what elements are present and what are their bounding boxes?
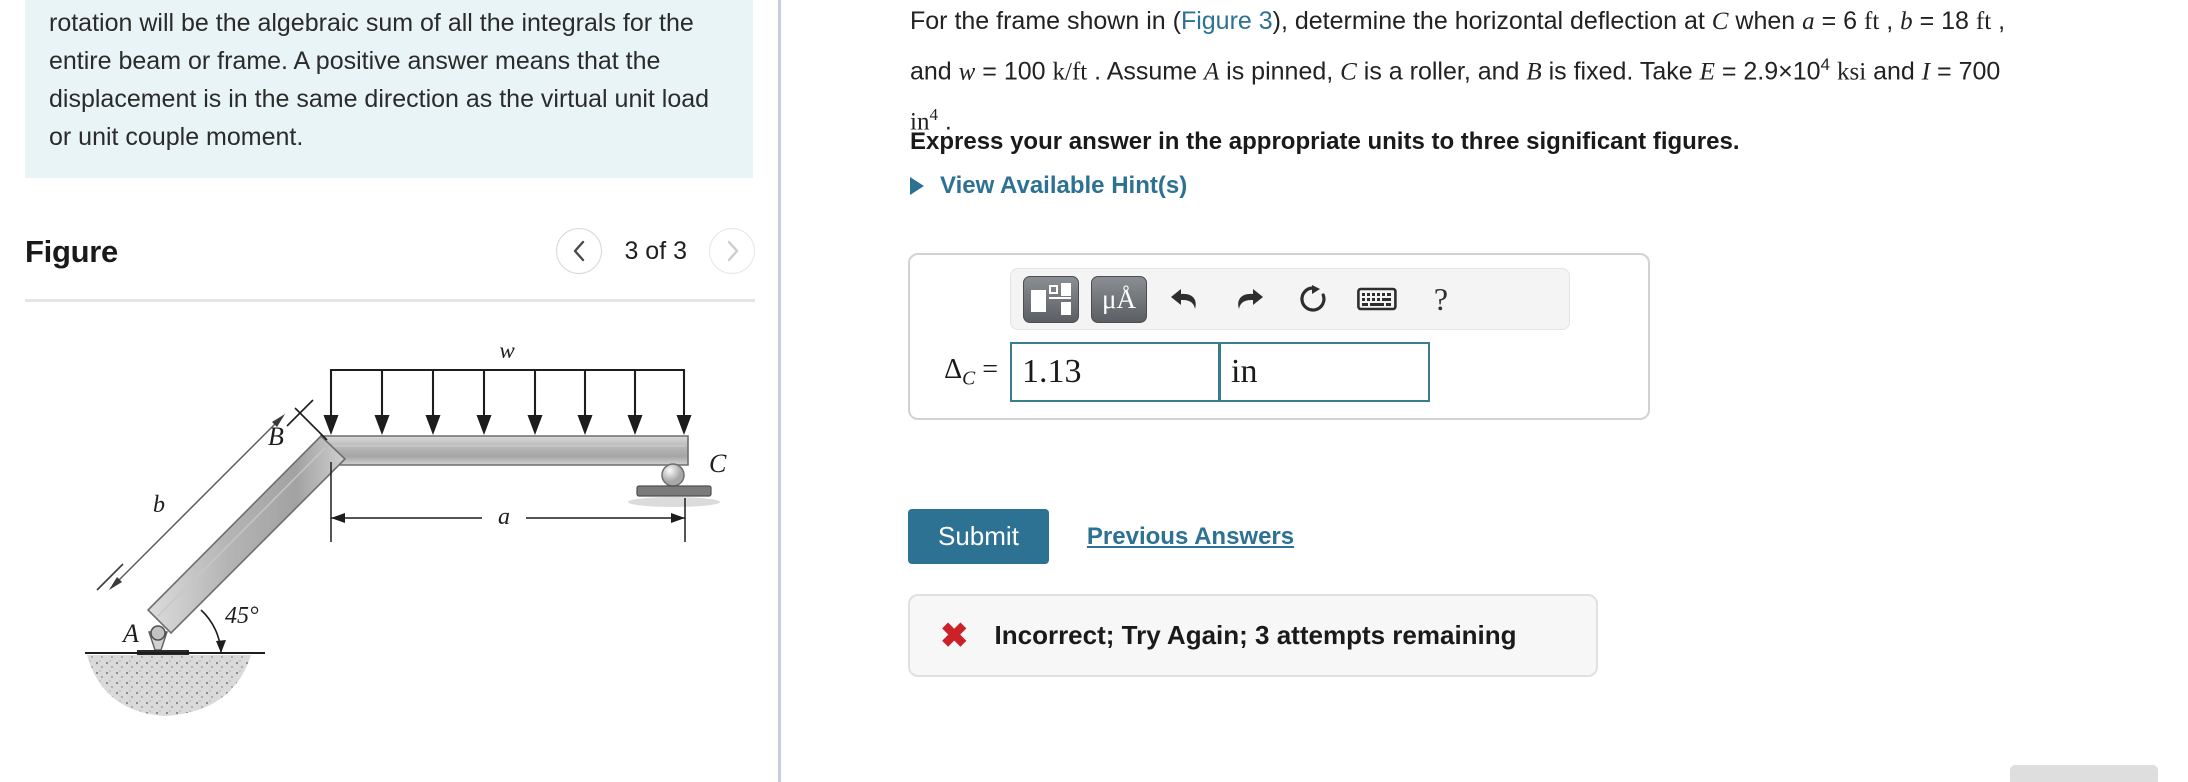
angle-label-45: 45° xyxy=(225,603,259,629)
dimension-label-b: b xyxy=(153,492,165,518)
redo-button[interactable] xyxy=(1223,276,1275,322)
answer-card: μÅ ? ΔC = 1.13 in xyxy=(908,253,1650,420)
math-help-button[interactable]: ? xyxy=(1415,276,1467,322)
prompt-part-5: . Assume xyxy=(1087,57,1204,86)
node-label-B: B xyxy=(268,422,284,451)
answer-instruction: Express your answer in the appropriate u… xyxy=(910,128,1740,155)
chevron-right-icon xyxy=(727,240,739,262)
prompt-var-I: I xyxy=(1921,58,1931,86)
prompt-comma-2: , xyxy=(1991,7,2006,35)
bottom-status-bar[interactable] xyxy=(2010,765,2158,782)
figure-next-button[interactable] xyxy=(709,228,755,274)
feedback-message: Incorrect; Try Again; 3 attempts remaini… xyxy=(994,620,1517,650)
prompt-unit-ft-2: ft xyxy=(1975,8,1992,35)
figure-page-count: 3 of 3 xyxy=(624,236,687,265)
triangle-right-icon xyxy=(910,177,924,195)
dimension-label-a: a xyxy=(498,504,510,530)
prompt-part-8: is fixed. Take xyxy=(1541,57,1700,86)
math-template-button[interactable] xyxy=(1023,275,1079,323)
answer-value-input[interactable] xyxy=(1010,342,1220,402)
prompt-unit-kft: k/ft xyxy=(1052,58,1088,86)
figure-pager: 3 of 3 xyxy=(556,228,755,274)
page-title: Figure xyxy=(25,234,118,269)
left-figure-panel: desired displacement or rotation. The to… xyxy=(0,0,778,782)
prompt-exp-E: 4 xyxy=(1820,55,1831,74)
prompt-var-B: B xyxy=(1526,58,1542,86)
view-hints-toggle[interactable]: View Available Hint(s) xyxy=(910,172,1187,200)
reset-circular-arrow-icon xyxy=(1300,285,1326,312)
redo-arrow-icon xyxy=(1238,289,1263,309)
view-hints-label: View Available Hint(s) xyxy=(940,172,1188,199)
prompt-eq-a: = 6 xyxy=(1814,7,1864,35)
prompt-part-4: and xyxy=(910,57,959,86)
prompt-part-6: is pinned, xyxy=(1219,57,1341,86)
math-units-button[interactable]: μÅ xyxy=(1091,275,1147,323)
prompt-var-b: b xyxy=(1900,8,1913,35)
info-callout: desired displacement or rotation. The to… xyxy=(25,0,753,178)
page-root: desired displacement or rotation. The to… xyxy=(0,0,2188,782)
prompt-eq-E: = 2.9×10 xyxy=(1714,57,1821,86)
figure-header: Figure 3 of 3 xyxy=(25,228,755,290)
figure-diagram: w C B b a A 45° xyxy=(25,320,755,760)
math-template-icon xyxy=(1031,283,1071,315)
panel-divider xyxy=(778,0,781,782)
node-label-C: C xyxy=(709,449,727,478)
prompt-var-w: w xyxy=(958,58,976,86)
undo-arrow-icon xyxy=(1171,289,1196,309)
prompt-part-1: For the frame shown in ( xyxy=(910,7,1181,35)
prompt-eq-I: = 700 xyxy=(1930,57,2001,86)
prompt-eq-b: = 18 xyxy=(1912,7,1976,35)
submit-button[interactable]: Submit xyxy=(908,509,1049,564)
prompt-comma-1: , xyxy=(1879,7,1901,35)
figure-divider xyxy=(25,299,755,302)
answer-units-input[interactable] xyxy=(1220,342,1430,402)
info-callout-text: desired displacement or rotation. The to… xyxy=(49,9,710,151)
prompt-eq-w: = 100 xyxy=(975,57,1053,86)
prompt-part-7: is a roller, and xyxy=(1356,57,1527,86)
red-x-icon: ✖ xyxy=(940,616,969,655)
keyboard-button[interactable] xyxy=(1351,276,1403,322)
prompt-exp-in: 4 xyxy=(929,105,938,125)
prompt-var-E: E xyxy=(1699,58,1715,86)
figure-prev-button[interactable] xyxy=(556,228,603,274)
figure-reference-link[interactable]: Figure 3 xyxy=(1181,7,1273,35)
load-label-w: w xyxy=(499,338,515,363)
right-question-panel: For the frame shown in (Figure 3), deter… xyxy=(790,0,2188,782)
prompt-part-3: when xyxy=(1728,7,1803,35)
prompt-var-a: a xyxy=(1802,8,1815,35)
answer-input-row: ΔC = xyxy=(928,342,1430,402)
frame-diagram-svg: w C B b a A 45° xyxy=(85,338,727,716)
prompt-var-C2: C xyxy=(1340,58,1357,86)
submit-row: Submit Previous Answers xyxy=(908,509,1294,564)
question-prompt: For the frame shown in (Figure 3), deter… xyxy=(910,0,2110,144)
answer-variable-label: ΔC = xyxy=(944,353,998,390)
feedback-banner: ✖ Incorrect; Try Again; 3 attempts remai… xyxy=(908,594,1598,677)
math-toolbar: μÅ ? xyxy=(1010,268,1570,330)
chevron-left-icon xyxy=(574,240,585,262)
prompt-unit-ksi: ksi xyxy=(1836,58,1867,86)
math-units-label: μÅ xyxy=(1102,283,1136,314)
question-mark-icon: ? xyxy=(1433,280,1449,317)
prompt-var-C: C xyxy=(1711,8,1729,35)
prompt-unit-ft-1: ft xyxy=(1864,8,1880,35)
prompt-part-2: ), determine the horizontal deflection a… xyxy=(1272,7,1712,35)
reset-button[interactable] xyxy=(1287,276,1339,322)
prompt-var-A: A xyxy=(1203,58,1220,86)
previous-answers-link[interactable]: Previous Answers xyxy=(1087,523,1294,551)
prompt-part-9: and xyxy=(1866,57,1922,86)
keyboard-icon xyxy=(1357,287,1397,311)
node-label-A: A xyxy=(121,619,139,648)
undo-button[interactable] xyxy=(1159,276,1211,322)
